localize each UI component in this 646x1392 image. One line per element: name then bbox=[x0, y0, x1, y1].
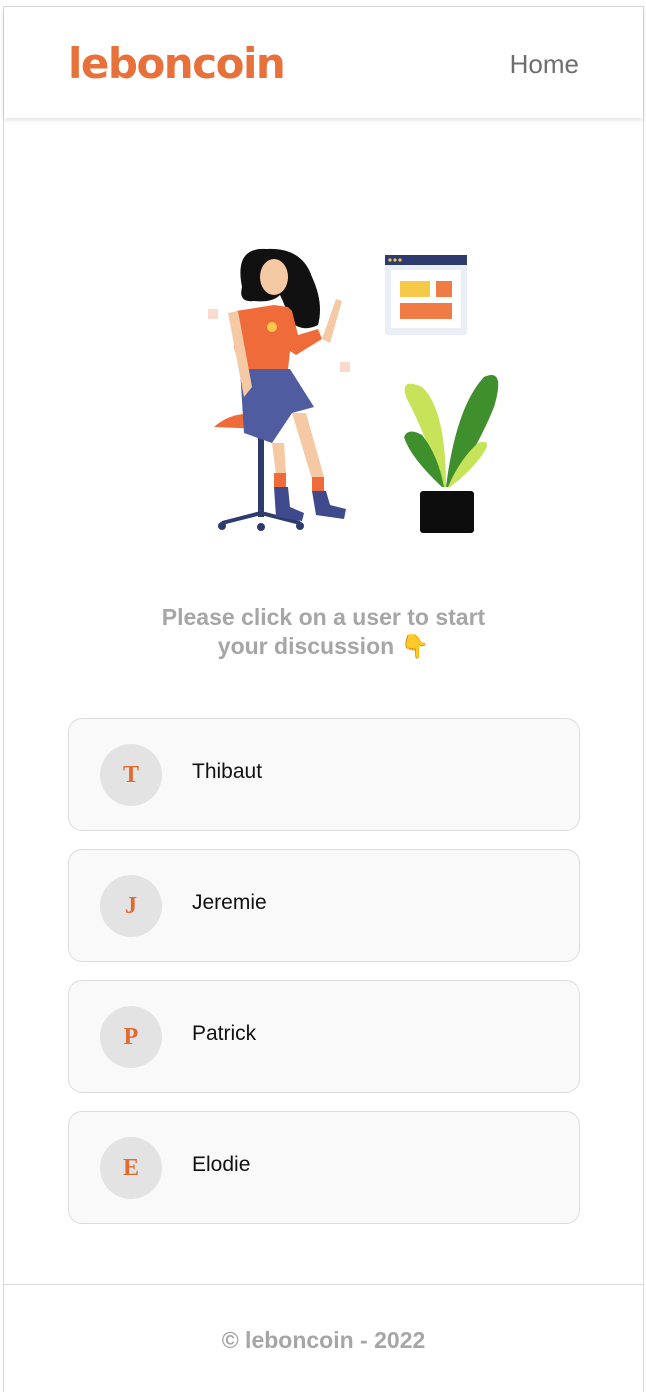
user-card-thibaut[interactable]: T Thibaut bbox=[68, 718, 580, 831]
app-frame: leboncoin Home Please click on a user to… bbox=[3, 6, 644, 1392]
user-name: Jeremie bbox=[192, 891, 267, 914]
decor-square bbox=[340, 362, 350, 372]
top-header: leboncoin Home bbox=[4, 7, 643, 118]
avatar: E bbox=[100, 1137, 162, 1199]
potted-plant-icon bbox=[404, 375, 499, 533]
start-discussion-prompt: Please click on a user to start your dis… bbox=[4, 603, 643, 661]
prompt-line-2: your discussion 👇 bbox=[217, 633, 430, 659]
avatar: J bbox=[100, 875, 162, 937]
avatar: T bbox=[100, 744, 162, 806]
woman-on-stool-illustration bbox=[208, 248, 499, 533]
user-name: Elodie bbox=[192, 1153, 251, 1176]
browser-window-icon bbox=[385, 255, 467, 335]
user-list: T Thibaut J Jeremie P Patrick E Elodie bbox=[68, 718, 580, 1242]
user-name: Thibaut bbox=[192, 760, 263, 783]
woman-figure-icon bbox=[228, 248, 346, 521]
user-card-jeremie[interactable]: J Jeremie bbox=[68, 849, 580, 962]
decor-square bbox=[208, 309, 218, 319]
page-footer: © leboncoin - 2022 bbox=[4, 1284, 643, 1392]
copyright-text: © leboncoin - 2022 bbox=[221, 1327, 426, 1353]
user-card-patrick[interactable]: P Patrick bbox=[68, 980, 580, 1093]
prompt-line-1: Please click on a user to start bbox=[161, 604, 486, 630]
user-card-elodie[interactable]: E Elodie bbox=[68, 1111, 580, 1224]
user-name: Patrick bbox=[192, 1022, 257, 1045]
avatar: P bbox=[100, 1006, 162, 1068]
nav-home-link[interactable]: Home bbox=[510, 49, 579, 80]
brand-logo[interactable]: leboncoin bbox=[68, 39, 286, 88]
